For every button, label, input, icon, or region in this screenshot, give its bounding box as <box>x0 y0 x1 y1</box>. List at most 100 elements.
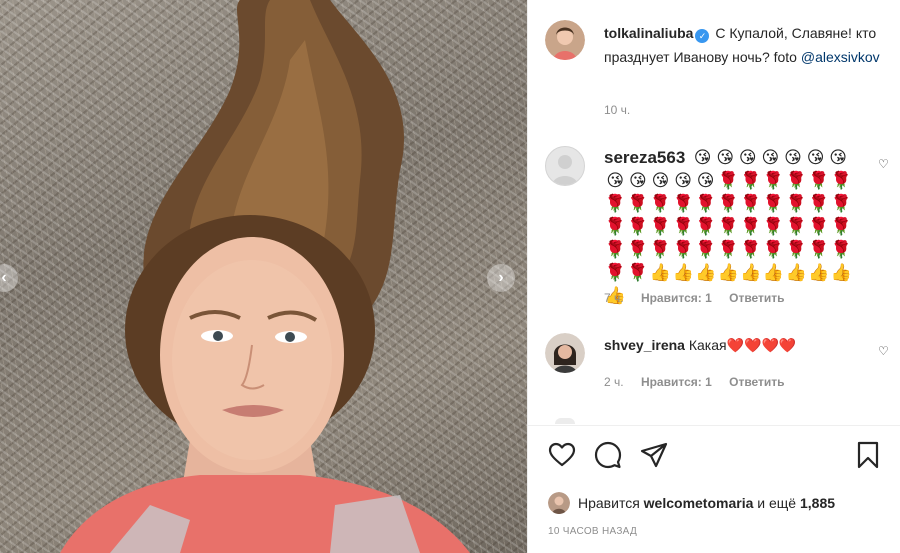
comment-emoji: 😘 <box>784 148 802 167</box>
likes-middle: и ещё <box>757 495 797 511</box>
comment-emoji: 🌹 <box>740 217 762 236</box>
comment-emoji: 🌹 <box>808 194 830 213</box>
comment-emoji: 🌹 <box>604 263 626 282</box>
commenter-avatar[interactable] <box>545 333 585 373</box>
comment-bubble-icon[interactable] <box>594 441 622 469</box>
comment-emoji: 😘 <box>696 171 715 190</box>
comment-emoji: 🌹 <box>627 217 649 236</box>
comment-emoji: 🌹 <box>785 171 807 190</box>
like-comment-heart-icon[interactable]: ♡ <box>878 157 889 171</box>
caption-mention-link[interactable]: @alexsivkov <box>801 49 880 65</box>
comment-emoji: 🌹 <box>604 240 626 259</box>
post-time[interactable]: 10 ч. <box>604 103 630 117</box>
comment-emoji: 🌹 <box>808 217 830 236</box>
share-paper-plane-icon[interactable] <box>640 441 668 469</box>
like-comment-heart-icon[interactable]: ♡ <box>878 344 889 358</box>
next-arrow-icon[interactable]: › <box>487 264 515 292</box>
comment-emoji: 🌹 <box>717 171 739 190</box>
comment-emoji: 👍 <box>649 263 672 282</box>
author-username[interactable]: tolkalinaliuba <box>604 25 693 41</box>
save-bookmark-icon[interactable] <box>854 441 882 469</box>
comment-likes[interactable]: Нравится: 1 <box>641 291 712 305</box>
comment-sereza563: sereza563 😘 😘 😘 😘 😘 😘 😘 😘 😘 😘 😘 😘 🌹 🌹 🌹 🌹 🌹 🌹 🌹 🌹 🌹 🌹 🌹 🌹 🌹 🌹 🌹 🌹 🌹 🌹 🌹… <box>604 146 864 307</box>
comment-emoji: 🌹 <box>649 194 672 213</box>
comment-body: sereza563 😘 😘 😘 😘 😘 😘 😘 😘 😘 😘 😘 😘 🌹 🌹 🌹 🌹 🌹 🌹 🌹 🌹 🌹 🌹 🌹 🌹 🌹 🌹 🌹 🌹 🌹 🌹 🌹… <box>604 146 854 307</box>
comment-emoji: 🌹 <box>740 194 762 213</box>
comment-emoji: 😘 <box>829 148 848 167</box>
comment-meta: 2 ч. Нравится: 1 Ответить <box>604 375 799 389</box>
comment-emoji: 😘 <box>761 148 780 167</box>
comment-emoji: 🌹 <box>627 240 649 259</box>
likes-count[interactable]: 1,885 <box>800 495 835 511</box>
comment-text: Какая❤️❤️❤️❤️ <box>688 337 797 353</box>
comment-emoji: 🌹 <box>717 217 739 236</box>
comment-emoji: 👍 <box>830 263 852 282</box>
comment-emoji: 🌹 <box>785 217 807 236</box>
comment-emoji: 👍 <box>717 263 739 282</box>
comment-emoji: 👍 <box>785 263 807 282</box>
portrait-image <box>60 0 470 553</box>
comment-shvey-irena: shvey_irena Какая❤️❤️❤️❤️ <box>604 333 864 357</box>
liker-avatar[interactable] <box>548 492 570 514</box>
comment-emoji: 🌹 <box>830 194 852 213</box>
comment-username[interactable]: shvey_irena <box>604 337 685 353</box>
comment-emoji: 🌹 <box>830 217 852 236</box>
comment-emoji: 🌹 <box>785 194 807 213</box>
comment-emoji: 🌹 <box>762 194 785 213</box>
comment-emoji: 😘 <box>629 171 647 190</box>
comment-emoji: 🌹 <box>830 240 852 259</box>
comment-emoji: 👍 <box>672 263 694 282</box>
author-avatar[interactable] <box>545 20 585 60</box>
comment-username[interactable]: sereza563 <box>604 146 685 169</box>
comments-panel: tolkalinaliuba ✓ С Купалой, Славяне! кто … <box>527 0 900 553</box>
comment-likes[interactable]: Нравится: 1 <box>641 375 712 389</box>
divider <box>528 425 900 426</box>
comment-emoji: 🌹 <box>717 240 739 259</box>
comment-emoji: 🌹 <box>695 217 717 236</box>
post-caption: tolkalinaliuba ✓ С Купалой, Славяне! кто … <box>604 21 889 69</box>
comment-time[interactable]: 2 ч. <box>604 375 624 389</box>
comment-emoji: 😘 <box>716 148 735 167</box>
comment-emoji: 🌹 <box>785 240 807 259</box>
comment-emoji: 🌹 <box>672 240 694 259</box>
like-heart-icon[interactable] <box>548 441 576 469</box>
next-comment-avatar <box>555 418 575 424</box>
comment-emoji: 😘 <box>606 171 625 190</box>
comment-time[interactable]: 7 ч. <box>604 291 624 305</box>
comment-emoji: 🌹 <box>672 194 694 213</box>
verified-badge-icon: ✓ <box>695 29 710 43</box>
reply-button[interactable]: Ответить <box>729 375 784 389</box>
likes-prefix: Нравится <box>578 495 640 511</box>
comment-emoji: 👍 <box>762 263 785 282</box>
comment-emoji: 🌹 <box>649 217 672 236</box>
comment-emoji: 🌹 <box>762 217 785 236</box>
post-timestamp[interactable]: 10 ЧАСОВ НАЗАД <box>548 526 637 537</box>
post-photo[interactable]: ‹ › <box>0 0 527 553</box>
commenter-avatar[interactable] <box>545 146 585 186</box>
action-bar <box>548 441 882 471</box>
comment-emoji: 👍 <box>740 263 762 282</box>
comment-emoji: 🌹 <box>740 240 762 259</box>
liker-username[interactable]: welcometomaria <box>644 495 754 511</box>
comment-emoji: 🌹 <box>672 217 694 236</box>
likes-summary: Нравится welcometomaria и ещё 1,885 <box>578 491 835 515</box>
comment-emoji: 🌹 <box>627 263 649 282</box>
comment-emoji: 🌹 <box>627 194 649 213</box>
comment-meta: 7 ч. Нравится: 1 Ответить <box>604 291 799 305</box>
comment-emoji: 🌹 <box>762 240 785 259</box>
comment-emoji: 🌹 <box>604 217 626 236</box>
comment-emoji: 👍 <box>808 263 830 282</box>
comment-emoji: 🌹 <box>762 171 785 190</box>
comment-emoji: 🌹 <box>717 194 739 213</box>
comment-emoji: 🌹 <box>695 194 717 213</box>
comment-emoji: 🌹 <box>808 171 830 190</box>
comment-emoji: 🌹 <box>649 240 672 259</box>
comment-emoji: 😘 <box>806 148 825 167</box>
comment-emoji: 😘 <box>693 148 712 167</box>
comment-emoji: 🌹 <box>604 194 626 213</box>
comment-emoji: 😘 <box>651 171 670 190</box>
reply-button[interactable]: Ответить <box>729 291 784 305</box>
comment-emoji: 🌹 <box>808 240 830 259</box>
comment-emoji: 😘 <box>738 148 757 167</box>
comment-emoji: 👍 <box>695 263 717 282</box>
